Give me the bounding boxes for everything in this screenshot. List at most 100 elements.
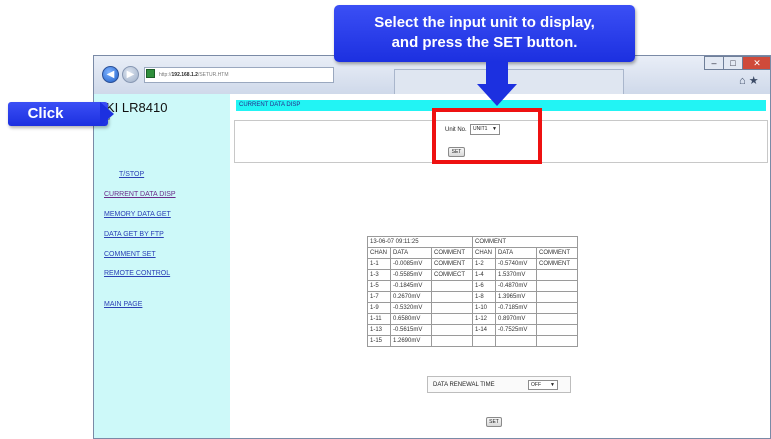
favorites-star-icon[interactable]: ★ (749, 75, 759, 87)
menu-memory-data-get[interactable]: MEMORY DATA GET (104, 211, 171, 218)
table-cell: -0.0085mV (390, 258, 432, 270)
renewal-select-value: OFF (531, 382, 541, 388)
table-body: 1-1 -0.0085mV COMMENT 1-2 -0.5740mV COMMENT 1-… (367, 258, 578, 347)
table-cell: 1-15 (367, 335, 391, 347)
table-cell: 1-4 (472, 269, 496, 281)
address-prefix: http:// (159, 72, 172, 78)
table-cell: -0.7525mV (495, 324, 537, 336)
table-cell (536, 280, 578, 292)
table-cell: 1-8 (472, 291, 496, 303)
menu-comment-set[interactable]: COMMENT SET (104, 251, 156, 258)
arrow-right-icon: ▶ (126, 69, 135, 80)
maximize-button[interactable]: □ (723, 56, 743, 70)
column-header: COMMENT (536, 247, 578, 259)
table-cell: 1-1 (367, 258, 391, 270)
table-row: 1-13 -0.5615mV 1-14 -0.7525mV (367, 324, 578, 336)
minimize-button[interactable]: – (704, 56, 724, 70)
timestamp-cell: 13-06-07 09:11:25 (367, 236, 473, 248)
table-cell: 0.6580mV (390, 313, 432, 325)
instruction-line-2: and press the SET button. (391, 34, 578, 51)
table-cell: 1-10 (472, 302, 496, 314)
table-cell (536, 269, 578, 281)
table-cell (536, 291, 578, 303)
click-label: Click (27, 105, 64, 122)
renewal-time-control: DATA RENEWAL TIME OFF ▼ (427, 376, 571, 393)
table-cell (472, 335, 496, 347)
arrow-left-icon: ◀ (106, 69, 115, 80)
renewal-time-label: DATA RENEWAL TIME (433, 382, 495, 388)
left-frame: KI LR8410 S T/STOP CURRENT DATA DISP MEM… (94, 94, 230, 438)
table-cell: -0.5740mV (495, 258, 537, 270)
column-header: COMMENT (431, 247, 473, 259)
table-header-row: 13-06-07 09:11:25 COMMENT (367, 236, 578, 248)
table-cell: -0.4870mV (495, 280, 537, 292)
device-title: KI LR8410 (106, 100, 168, 115)
column-header: CHAN (472, 247, 496, 259)
table-cell: 1-11 (367, 313, 391, 325)
close-button[interactable]: ✕ (742, 56, 770, 70)
instruction-callout: Select the input unit to display, and pr… (334, 5, 635, 62)
menu-current-data-disp[interactable]: CURRENT DATA DISP (104, 191, 176, 198)
address-host: 192.168.1.2 (171, 72, 198, 78)
table-cell: 1-5 (367, 280, 391, 292)
menu-start-stop[interactable]: T/STOP (119, 171, 144, 178)
home-icon[interactable]: ⌂ (739, 75, 746, 87)
set-button-bottom[interactable]: SET (486, 417, 502, 427)
table-cell: COMMENT (536, 258, 578, 270)
table-cell: 1-14 (472, 324, 496, 336)
table-cell: 1-7 (367, 291, 391, 303)
table-cell: -0.5585mV (390, 269, 432, 281)
forward-button[interactable]: ▶ (122, 66, 139, 83)
table-cell (431, 335, 473, 347)
table-cell: 1.5370mV (495, 269, 537, 281)
column-header: DATA (390, 247, 432, 259)
table-cell: 0.8970mV (495, 313, 537, 325)
current-data-table: 13-06-07 09:11:25 COMMENT CHAN DATA COMM… (367, 236, 578, 347)
window-controls: – □ ✕ (704, 56, 770, 72)
renewal-time-select[interactable]: OFF ▼ (528, 380, 558, 390)
table-row: 1-5 -0.1845mV 1-6 -0.4870mV (367, 280, 578, 292)
menu-main-page[interactable]: MAIN PAGE (104, 301, 142, 308)
table-row: 1-9 -0.5320mV 1-10 -0.7185mV (367, 302, 578, 314)
table-row: 1-3 -0.5585mV COMMECT 1-4 1.5370mV (367, 269, 578, 281)
table-cell: 1-13 (367, 324, 391, 336)
chevron-down-icon: ▼ (550, 382, 555, 388)
table-cell: 1.3965mV (495, 291, 537, 303)
menu-remote-control[interactable]: REMOTE CONTROL (104, 270, 170, 277)
browser-tools: ⌂ ★ (739, 74, 769, 90)
table-cell: 1.2690mV (390, 335, 432, 347)
table-cell: 1-6 (472, 280, 496, 292)
page-title: CURRENT DATA DISP (239, 102, 301, 108)
comment-header-cell: COMMENT (472, 236, 578, 248)
table-cell (536, 324, 578, 336)
table-cell: 1-9 (367, 302, 391, 314)
table-row: 1-7 0.2670mV 1-8 1.3965mV (367, 291, 578, 303)
table-cell (431, 302, 473, 314)
address-path: /SETUR.HTM (197, 72, 229, 78)
table-cell: 1-3 (367, 269, 391, 281)
table-row: 1-15 1.2690mV (367, 335, 578, 347)
table-cell: -0.5615mV (390, 324, 432, 336)
table-cell (431, 324, 473, 336)
instruction-text: Select the input unit to display, and pr… (334, 13, 635, 53)
table-cell: -0.5320mV (390, 302, 432, 314)
page-favicon-icon (146, 69, 155, 78)
table-cell (536, 302, 578, 314)
table-cell (431, 313, 473, 325)
table-cell (536, 313, 578, 325)
table-cell (431, 280, 473, 292)
address-bar[interactable]: http://192.168.1.2/SETUR.HTM (144, 67, 334, 83)
table-row: 1-1 -0.0085mV COMMENT 1-2 -0.5740mV COMMENT (367, 258, 578, 270)
instruction-line-1: Select the input unit to display, (374, 14, 595, 31)
arrow-down-icon (486, 62, 508, 85)
column-header: DATA (495, 247, 537, 259)
table-cell: 1-2 (472, 258, 496, 270)
column-header: CHAN (367, 247, 391, 259)
table-cell: 1-12 (472, 313, 496, 325)
table-cell: -0.7185mV (495, 302, 537, 314)
table-cell: -0.1845mV (390, 280, 432, 292)
menu-data-get-by-ftp[interactable]: DATA GET BY FTP (104, 231, 164, 238)
table-cell (495, 335, 537, 347)
back-button[interactable]: ◀ (102, 66, 119, 83)
click-callout: Click (8, 102, 108, 126)
